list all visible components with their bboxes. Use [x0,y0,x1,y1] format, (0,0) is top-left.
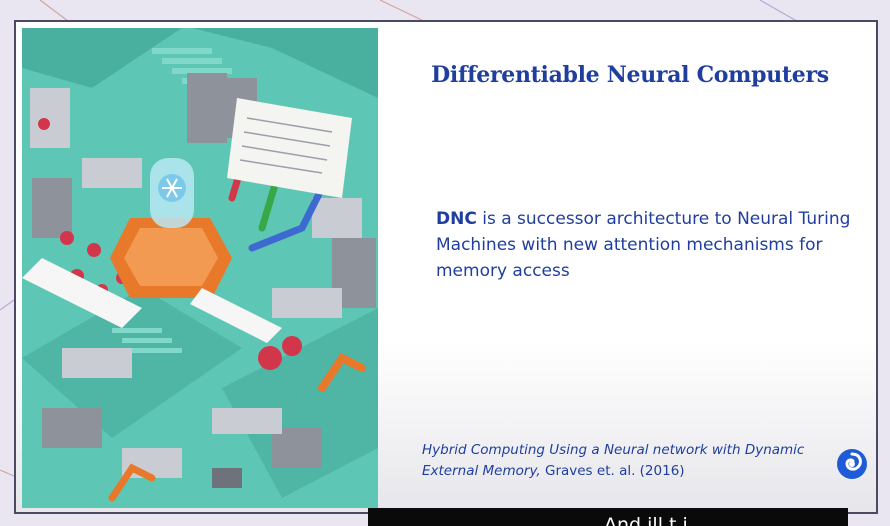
body-highlight: DNC [436,209,477,229]
deepmind-logo-icon [837,449,867,479]
slide-citation: Hybrid Computing Using a Neural network … [422,440,812,482]
caption-text: And ill t i [604,514,688,526]
factory-illustration [22,28,378,508]
presentation-slide: Differentiable Neural Computers DNC is a… [14,20,878,514]
slide-title: Differentiable Neural Computers [431,62,829,88]
slide-body: DNC is a successor architecture to Neura… [436,206,856,284]
body-text: is a successor architecture to Neural Tu… [436,209,851,281]
isometric-factory-illustration-icon [22,28,378,508]
citation-authors: Graves et. al. (2016) [540,463,685,479]
